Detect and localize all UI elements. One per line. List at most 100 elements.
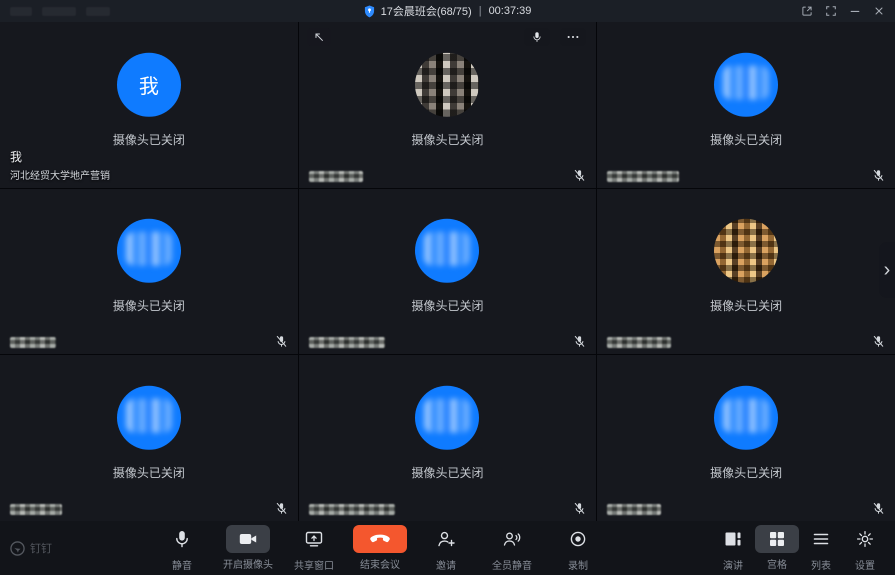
record-icon — [568, 524, 588, 554]
video-tile-4[interactable]: 摄像头已关闭 — [0, 189, 298, 355]
pip-button[interactable] — [797, 2, 817, 20]
share-window-button[interactable]: 共享窗口 — [281, 524, 347, 572]
mic-icon — [531, 31, 543, 43]
video-tile-3[interactable]: 摄像头已关闭 — [597, 22, 895, 188]
nameplate: 我河北经贸大学地产营销 — [10, 148, 110, 182]
close-button[interactable] — [869, 2, 889, 20]
mute-all-icon — [502, 524, 522, 554]
nameplate — [309, 171, 363, 182]
video-tile-1[interactable]: 我 摄像头已关闭 我河北经贸大学地产营销 — [0, 22, 298, 188]
nameplate — [309, 337, 385, 348]
meeting-window: 17会晨班会(68/75) | 00:37:39 我 摄像头已关闭 我河北经贸大… — [0, 0, 895, 575]
titlebar: 17会晨班会(68/75) | 00:37:39 — [0, 0, 895, 22]
title-separator: | — [479, 5, 482, 17]
camera-off-status: 摄像头已关闭 — [411, 131, 483, 148]
dingtalk-logo: 钉钉 — [10, 540, 52, 556]
video-tile-7[interactable]: 摄像头已关闭 — [0, 355, 298, 521]
security-shield-icon — [364, 5, 375, 18]
avatar-text: 我 — [139, 70, 159, 99]
mic-muted-icon — [872, 169, 885, 182]
toolbar-button-label: 全员静音 — [492, 557, 532, 572]
next-page-button[interactable]: › — [879, 242, 895, 298]
camera-off-status: 摄像头已关闭 — [710, 297, 782, 314]
camera-off-status: 摄像头已关闭 — [113, 464, 185, 481]
nameplate — [10, 337, 56, 348]
grid-view-icon — [755, 525, 799, 553]
toolbar-button-label: 宫格 — [767, 556, 787, 571]
participant-org: 河北经贸大学地产营销 — [10, 167, 110, 182]
toolbar-button-label: 结束会议 — [360, 556, 400, 571]
toolbar-button-label: 设置 — [855, 557, 875, 572]
tile-expand-button[interactable] — [307, 28, 331, 46]
speaker-view-button[interactable]: 演讲 — [711, 524, 755, 572]
list-view-icon — [811, 524, 831, 554]
mic-muted-icon — [573, 169, 586, 182]
tile-more-button[interactable] — [560, 28, 586, 46]
grid-view-button[interactable]: 宫格 — [755, 524, 799, 572]
participant-avatar — [415, 386, 479, 450]
mic-muted-icon — [275, 335, 288, 348]
video-tile-2[interactable]: 摄像头已关闭 — [299, 22, 597, 188]
toolbar-button-label: 共享窗口 — [294, 557, 334, 572]
participant-name-censored — [607, 337, 671, 348]
participant-avatar — [117, 386, 181, 450]
camera-off-status: 摄像头已关闭 — [113, 297, 185, 314]
end-call-icon — [353, 525, 407, 553]
video-tile-8[interactable]: 摄像头已关闭 — [299, 355, 597, 521]
invite-icon — [436, 524, 456, 554]
participant-name-censored — [309, 504, 395, 515]
more-icon — [567, 31, 579, 43]
camera-button[interactable]: 开启摄像头 — [215, 524, 281, 572]
participant-name-censored — [309, 171, 363, 182]
participant-name: 我 — [10, 148, 110, 165]
toolbar-main-buttons: 静音开启摄像头 共享窗口 结束会议 邀请 全员静音录制 — [149, 524, 611, 572]
camera-off-status: 摄像头已关闭 — [113, 131, 185, 148]
camera-off-status: 摄像头已关闭 — [411, 297, 483, 314]
mic-muted-icon — [573, 335, 586, 348]
censored-text — [10, 7, 32, 16]
toolbar-view-buttons: 演讲 宫格 列表 设置 — [711, 524, 887, 572]
mute-all-button[interactable]: 全员静音 — [479, 524, 545, 572]
toolbar-button-label: 邀请 — [436, 557, 456, 572]
settings-icon — [855, 524, 875, 554]
toolbar: 钉钉 静音开启摄像头 共享窗口 结束会议 邀请 全员静音录制 演讲 宫格 列表 设置 — [0, 521, 895, 575]
participant-avatar — [415, 219, 479, 283]
participant-name-censored — [607, 171, 679, 182]
titlebar-censored-area — [10, 0, 110, 22]
nameplate — [607, 337, 671, 348]
invite-button[interactable]: 邀请 — [413, 524, 479, 572]
tile-mic-button[interactable] — [524, 28, 550, 46]
video-grid: 我 摄像头已关闭 我河北经贸大学地产营销 — [0, 22, 895, 521]
end-meeting-button[interactable]: 结束会议 — [347, 524, 413, 572]
window-controls — [797, 0, 889, 22]
participant-name-censored — [10, 337, 56, 348]
nameplate — [607, 504, 661, 515]
share-icon — [304, 524, 324, 554]
video-tile-9[interactable]: 摄像头已关闭 — [597, 355, 895, 521]
minimize-button[interactable] — [845, 2, 865, 20]
nameplate — [607, 171, 679, 182]
participant-avatar — [714, 219, 778, 283]
participant-name-censored — [607, 504, 661, 515]
chevron-right-icon: › — [884, 260, 891, 280]
mute-button[interactable]: 静音 — [149, 524, 215, 572]
record-button[interactable]: 录制 — [545, 524, 611, 572]
participant-avatar — [714, 386, 778, 450]
fullscreen-button[interactable] — [821, 2, 841, 20]
participant-avatar — [117, 219, 181, 283]
toolbar-button-label: 列表 — [811, 557, 831, 572]
camera-off-status: 摄像头已关闭 — [411, 464, 483, 481]
camera-off-status: 摄像头已关闭 — [710, 131, 782, 148]
video-tile-5[interactable]: 摄像头已关闭 — [299, 189, 597, 355]
censored-text — [86, 7, 110, 16]
toolbar-button-label: 演讲 — [723, 557, 743, 572]
nameplate — [309, 504, 395, 515]
nameplate — [10, 504, 62, 515]
meeting-title-group: 17会晨班会(68/75) | 00:37:39 — [364, 3, 532, 19]
list-view-button[interactable]: 列表 — [799, 524, 843, 572]
toolbar-button-label: 开启摄像头 — [223, 556, 273, 571]
participant-avatar: 我 — [117, 53, 181, 117]
mic-muted-icon — [872, 335, 885, 348]
video-tile-6[interactable]: 摄像头已关闭 — [597, 189, 895, 355]
settings-button[interactable]: 设置 — [843, 524, 887, 572]
